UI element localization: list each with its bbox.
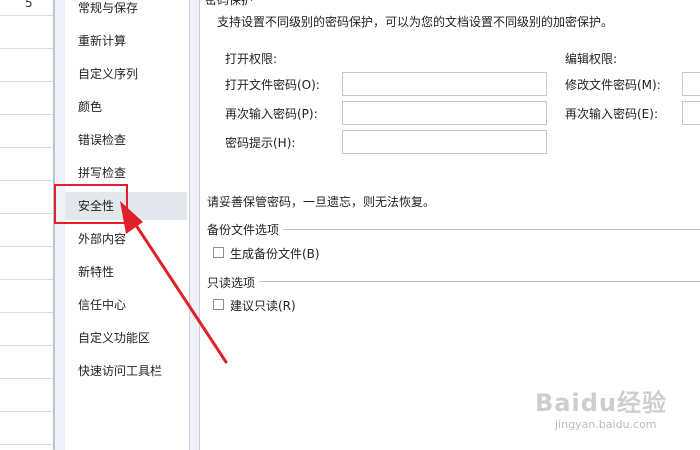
readonly-options-heading: 只读选项 bbox=[207, 276, 256, 290]
nav-item-general-save[interactable]: 常规与保存 bbox=[65, 0, 187, 22]
recommend-readonly-label[interactable]: 建议只读(R) bbox=[230, 297, 296, 314]
grid-line bbox=[0, 180, 53, 181]
edit-permission-heading: 编辑权限: bbox=[565, 52, 618, 66]
nav-item-external-content[interactable]: 外部内容 bbox=[65, 225, 187, 253]
open-password-field[interactable] bbox=[342, 72, 547, 96]
nav-item-spell-check[interactable]: 拼写检查 bbox=[65, 159, 187, 187]
modify-password-field[interactable] bbox=[682, 72, 700, 96]
highlight-box bbox=[54, 184, 128, 224]
backup-section-divider bbox=[283, 229, 700, 230]
grid-line bbox=[0, 246, 53, 247]
grid-line bbox=[0, 279, 53, 280]
grid-line bbox=[0, 213, 53, 214]
grid-line bbox=[0, 345, 53, 346]
baidu-jingyan-watermark: Baidu经验 jingyan.baidu.com bbox=[535, 375, 695, 445]
nav-item-new-features[interactable]: 新特性 bbox=[65, 258, 187, 286]
nav-item-customize-ribbon[interactable]: 自定义功能区 bbox=[65, 324, 187, 352]
grid-line bbox=[0, 48, 53, 49]
nav-item-custom-lists[interactable]: 自定义序列 bbox=[65, 60, 187, 88]
reenter-open-password-label: 再次输入密码(P): bbox=[225, 107, 318, 121]
panel-separator bbox=[190, 0, 200, 450]
reenter-modify-password-field[interactable] bbox=[682, 101, 700, 125]
nav-item-color[interactable]: 颜色 bbox=[65, 93, 187, 121]
open-password-label: 打开文件密码(O): bbox=[225, 78, 320, 92]
readonly-section-divider bbox=[259, 281, 700, 282]
grid-line bbox=[0, 312, 53, 313]
recommend-readonly-checkbox[interactable] bbox=[213, 299, 224, 310]
reenter-open-password-field[interactable] bbox=[342, 101, 547, 125]
nav-item-error-check[interactable]: 错误检查 bbox=[65, 126, 187, 154]
open-permission-heading: 打开权限: bbox=[225, 52, 278, 66]
nav-item-trust-center[interactable]: 信任中心 bbox=[65, 291, 187, 319]
watermark-logo: Baidu经验 bbox=[535, 389, 667, 417]
create-backup-checkbox[interactable] bbox=[213, 247, 224, 258]
spreadsheet-background: 5 bbox=[0, 0, 53, 450]
watermark-site: jingyan.baidu.com bbox=[555, 418, 657, 431]
backup-options-heading: 备份文件选项 bbox=[207, 223, 280, 237]
grid-line bbox=[0, 15, 53, 16]
grid-line bbox=[0, 114, 53, 115]
grid-line bbox=[0, 378, 53, 379]
reenter-modify-password-label: 再次输入密码(E): bbox=[565, 107, 658, 121]
grid-line bbox=[0, 147, 53, 148]
password-hint-field[interactable] bbox=[342, 130, 547, 154]
nav-item-recalculate[interactable]: 重新计算 bbox=[65, 27, 187, 55]
row-value: 5 bbox=[25, 0, 33, 10]
dialog-margin bbox=[55, 0, 65, 450]
grid-line bbox=[0, 81, 53, 82]
create-backup-label[interactable]: 生成备份文件(B) bbox=[230, 245, 320, 262]
grid-line bbox=[0, 411, 53, 412]
nav-item-quick-access-toolbar[interactable]: 快速访问工具栏 bbox=[65, 357, 187, 385]
grid-line bbox=[0, 444, 53, 445]
password-warning: 请妥善保管密码，一旦遗忘，则无法恢复。 bbox=[207, 195, 436, 209]
password-hint-label: 密码提示(H): bbox=[225, 136, 296, 150]
options-nav: 常规与保存 重新计算 自定义序列 颜色 错误检查 拼写检查 安全性 外部内容 新… bbox=[65, 0, 190, 450]
modify-password-label: 修改文件密码(M): bbox=[565, 78, 661, 92]
section-title-password-protection: 密码保护 bbox=[205, 0, 254, 7]
security-description: 支持设置不同级别的密码保护，可以为您的文档设置不同级别的加密保护。 bbox=[217, 15, 614, 29]
